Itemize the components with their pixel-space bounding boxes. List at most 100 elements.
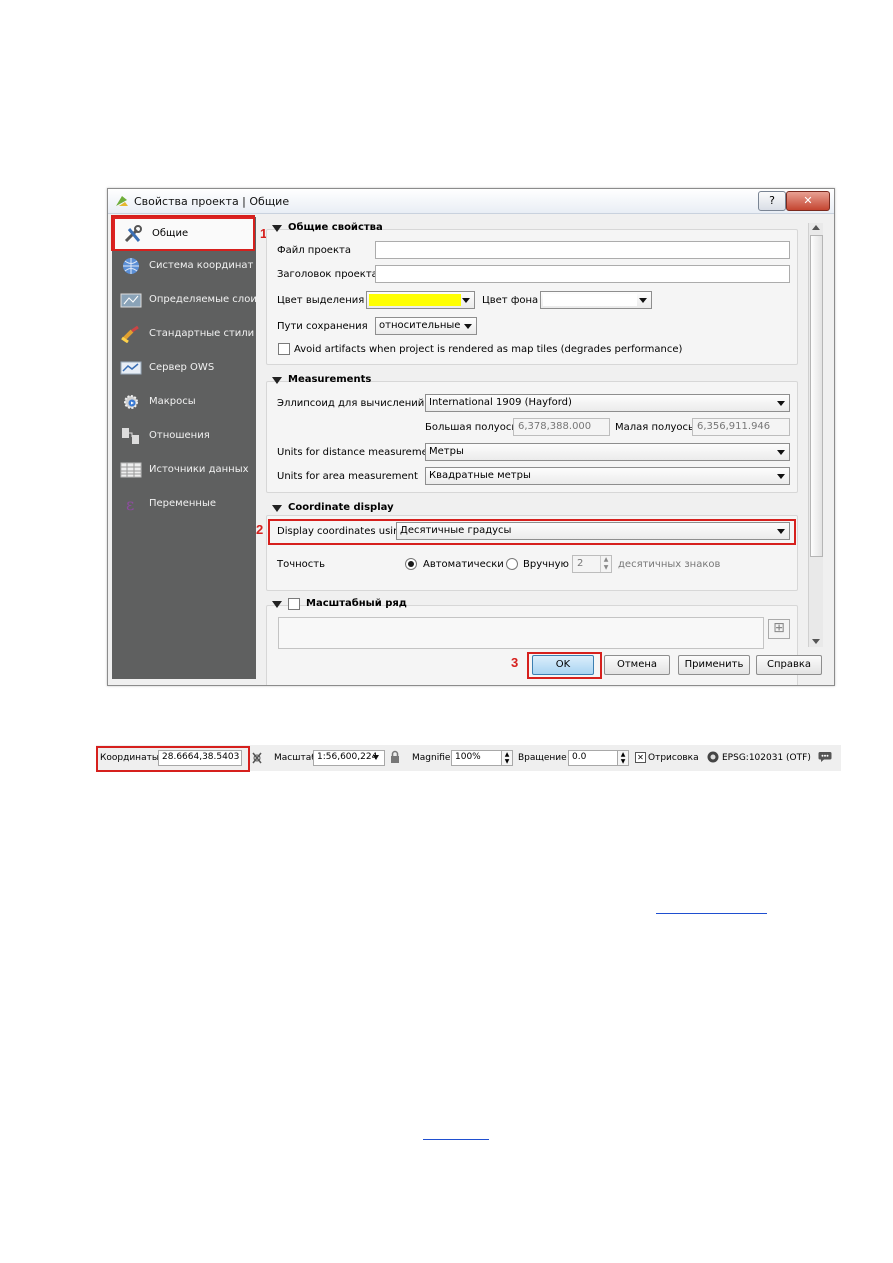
- help-button[interactable]: Справка: [756, 655, 822, 675]
- precision-spinbox[interactable]: 2 ▲ ▼: [572, 555, 612, 573]
- crs-globe-icon[interactable]: [707, 751, 719, 763]
- collapse-triangle-icon[interactable]: [272, 505, 282, 512]
- collapse-triangle-icon[interactable]: [272, 601, 282, 608]
- link-underline[interactable]: [423, 1139, 489, 1140]
- background-color-swatch: [543, 294, 637, 306]
- add-scale-icon[interactable]: ⊞: [768, 619, 790, 639]
- semi-minor-field: 6,356,911.946: [692, 418, 790, 436]
- callout-number-3: 3: [511, 655, 519, 670]
- precision-auto-label: Автоматически: [423, 559, 504, 570]
- decimals-label: десятичных знаков: [618, 559, 721, 570]
- crs-label[interactable]: EPSG:102031 (OTF): [722, 753, 811, 763]
- chevron-down-icon: [373, 755, 379, 760]
- macro-gear-icon: [124, 395, 138, 409]
- rotation-field[interactable]: 0.0: [568, 750, 618, 766]
- sidebar-item-variables[interactable]: ε Переменные: [112, 489, 256, 519]
- coordinate-capture-icon[interactable]: [251, 751, 263, 765]
- collapse-triangle-icon[interactable]: [272, 225, 282, 232]
- render-checkbox[interactable]: ✕: [635, 752, 646, 763]
- spin-arrows-icon[interactable]: ▲ ▼: [600, 556, 611, 572]
- sidebar-item-label: Отношения: [149, 430, 210, 441]
- area-units-select[interactable]: Квадратные метры: [425, 467, 790, 485]
- precision-auto-radio[interactable]: [405, 558, 417, 570]
- sidebar-item-ows-server[interactable]: Сервер OWS: [112, 353, 256, 383]
- scroll-up-icon[interactable]: [812, 225, 820, 230]
- semi-minor-value: 6,356,911.946: [697, 421, 771, 432]
- project-title-label: Заголовок проекта: [277, 269, 378, 280]
- scales-checkbox[interactable]: [288, 598, 300, 610]
- apply-button[interactable]: Применить: [678, 655, 750, 675]
- precision-label: Точность: [277, 559, 326, 570]
- ok-button[interactable]: OK: [532, 655, 594, 675]
- area-units-value: Квадратные метры: [429, 470, 531, 481]
- sidebar-item-label: Переменные: [149, 498, 216, 509]
- close-button[interactable]: ✕: [786, 191, 830, 211]
- chevron-down-icon: [464, 324, 472, 329]
- project-title-input[interactable]: [375, 265, 790, 283]
- project-file-label: Файл проекта: [277, 245, 351, 256]
- precision-value: 2: [577, 558, 584, 569]
- background-color-label: Цвет фона: [482, 295, 539, 306]
- help-titlebar-button[interactable]: ?: [758, 191, 786, 211]
- chevron-down-icon: [777, 529, 785, 534]
- scrollbar[interactable]: [808, 223, 823, 647]
- save-paths-select[interactable]: относительные: [375, 317, 477, 335]
- status-bar: Координаты 28.6664,38.5403 Масштаб 1:56,…: [96, 745, 841, 772]
- sidebar: Общие Система координат Определяемые сло…: [112, 217, 257, 679]
- display-coordinates-value: Десятичные градусы: [400, 525, 512, 536]
- cancel-button[interactable]: Отмена: [604, 655, 670, 675]
- ellipsoid-select[interactable]: International 1909 (Hayford): [425, 394, 790, 412]
- selection-color-label: Цвет выделения: [277, 295, 365, 306]
- avoid-artifacts-checkbox[interactable]: [278, 343, 290, 355]
- messages-icon[interactable]: [818, 751, 832, 763]
- sidebar-item-label: Источники данных: [149, 464, 249, 475]
- ellipsoid-label: Эллипсоид для вычислений: [277, 398, 425, 409]
- distance-units-select[interactable]: Метры: [425, 443, 790, 461]
- precision-manual-radio[interactable]: [506, 558, 518, 570]
- coordinates-label: Координаты: [100, 753, 159, 763]
- sidebar-item-data-sources[interactable]: Источники данных: [112, 455, 256, 485]
- collapse-triangle-icon[interactable]: [272, 377, 282, 384]
- callout-number-2: 2: [256, 522, 264, 537]
- display-coordinates-select[interactable]: Десятичные градусы: [396, 522, 790, 540]
- callout-box-1: [111, 215, 255, 251]
- sidebar-item-identify-layers[interactable]: Определяемые слои: [112, 285, 257, 315]
- scales-list[interactable]: [278, 617, 764, 649]
- semi-minor-label: Малая полуось: [615, 422, 694, 433]
- dialog-title: Свойства проекта | Общие: [134, 195, 290, 208]
- magnifier-field[interactable]: 100%: [451, 750, 503, 766]
- semi-major-label: Большая полуось: [425, 422, 518, 433]
- scrollbar-thumb[interactable]: [810, 235, 823, 557]
- distance-units-value: Метры: [429, 446, 464, 457]
- coordinates-field[interactable]: 28.6664,38.5403: [158, 750, 242, 766]
- magnifier-spin-icon[interactable]: ▲ ▼: [501, 750, 513, 766]
- coordinates-value: 28.6664,38.5403: [162, 752, 240, 762]
- globe-icon: [123, 258, 139, 274]
- chevron-down-icon: [777, 401, 785, 406]
- scale-label: Масштаб: [274, 753, 317, 763]
- rotation-spin-icon[interactable]: ▲ ▼: [617, 750, 629, 766]
- selection-color-button[interactable]: [366, 291, 475, 309]
- sidebar-item-label: Определяемые слои: [149, 294, 257, 305]
- sidebar-item-crs[interactable]: Система координат: [112, 251, 256, 281]
- qgis-logo-icon: [116, 196, 128, 206]
- scale-select[interactable]: 1:56,600,224: [313, 750, 385, 766]
- sidebar-item-macros[interactable]: Макросы: [112, 387, 256, 417]
- sidebar-item-label: Сервер OWS: [149, 362, 215, 373]
- lock-icon[interactable]: [390, 750, 400, 764]
- project-file-input[interactable]: [375, 241, 790, 259]
- ows-icon: [120, 361, 142, 375]
- sidebar-item-label: Система координат: [149, 260, 254, 271]
- magnifier-value: 100%: [455, 752, 481, 762]
- chevron-down-icon: [462, 298, 470, 303]
- relations-icon: [122, 428, 139, 444]
- magnifier-label: Magnifier: [412, 753, 455, 763]
- background-color-button[interactable]: [540, 291, 652, 309]
- sidebar-item-default-styles[interactable]: Стандартные стили: [112, 319, 256, 349]
- distance-units-label: Units for distance measurement: [277, 447, 438, 458]
- group-title-measurements: Measurements: [288, 374, 372, 385]
- sidebar-item-relations[interactable]: Отношения: [112, 421, 256, 451]
- link-underline[interactable]: [656, 913, 767, 914]
- brush-icon: [121, 325, 139, 343]
- scroll-down-icon[interactable]: [812, 639, 820, 644]
